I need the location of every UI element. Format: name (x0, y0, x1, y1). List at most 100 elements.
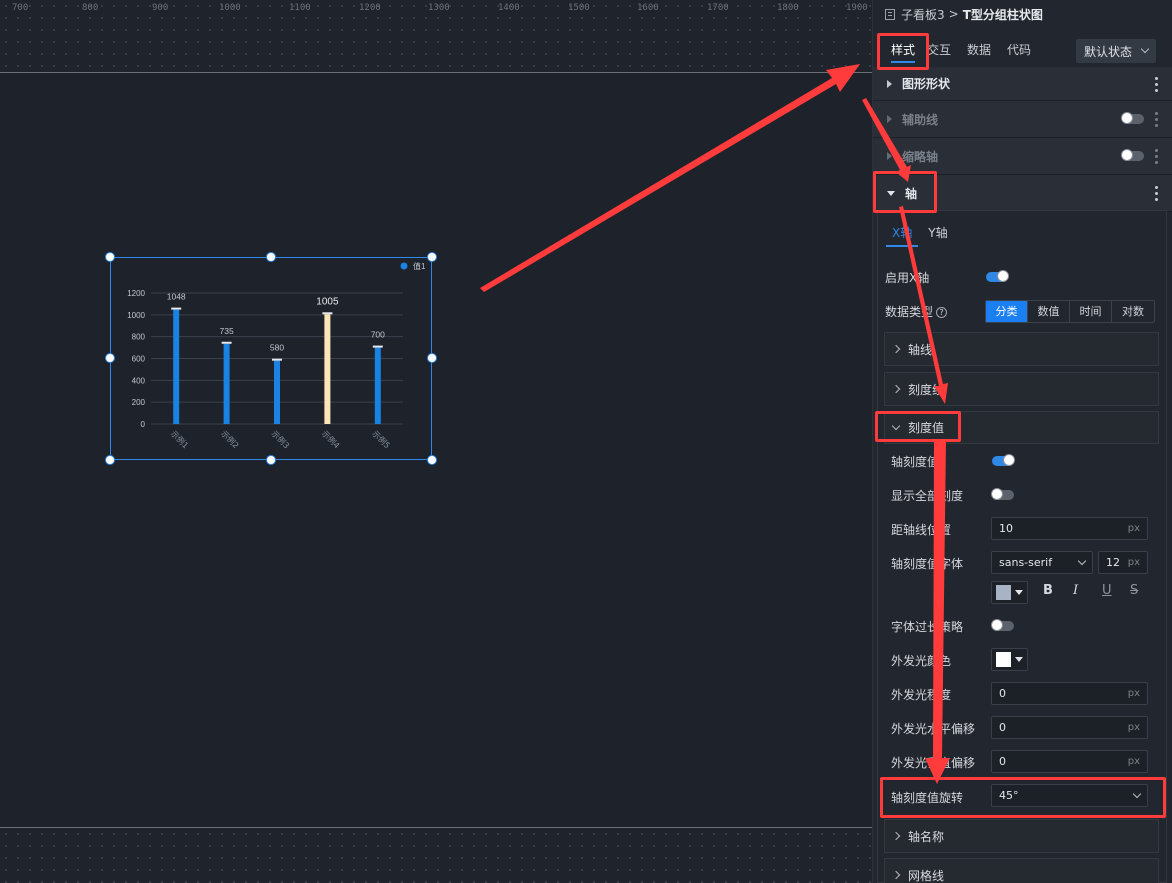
section-title: 缩略轴 (902, 149, 939, 164)
chevron-down-icon (1140, 44, 1150, 54)
unit-label: px (1127, 722, 1140, 733)
group-axis-name[interactable]: 轴名称 (884, 819, 1159, 853)
thumb-axis-toggle[interactable] (1121, 149, 1144, 161)
bar-cap (221, 341, 232, 344)
underline-button[interactable]: U (1102, 583, 1112, 598)
ruler-tick: 1900 (846, 3, 868, 13)
data-type-category[interactable]: 分类 (986, 301, 1028, 322)
bar-cap (322, 312, 333, 315)
glow-color-swatch (996, 652, 1011, 667)
data-label: 1048 (167, 292, 186, 302)
ruler-tick: 900 (152, 3, 169, 13)
more-icon[interactable] (1155, 112, 1158, 127)
glow-blur-label: 外发光程度 (891, 688, 952, 702)
tab-code[interactable]: 代码 (999, 28, 1039, 72)
chevron-right-icon (891, 344, 901, 354)
show-all-ticks-label: 显示全部刻度 (891, 489, 964, 503)
unit-label: px (1127, 688, 1140, 699)
group-title: 轴名称 (908, 829, 945, 844)
italic-button[interactable]: I (1073, 583, 1078, 598)
section-thumb-axis[interactable]: 缩略轴 (873, 138, 1172, 175)
chevron-right-icon (891, 831, 901, 841)
tab-y-axis[interactable]: Y轴 (920, 220, 955, 245)
tab-data[interactable]: 数据 (959, 28, 999, 72)
enable-x-axis-toggle[interactable] (986, 270, 1009, 282)
group-tick-line[interactable]: 刻度线 (884, 372, 1159, 406)
y-tick-label: 1000 (127, 311, 145, 320)
breadcrumb-parent[interactable]: 子看板3 (901, 6, 945, 23)
bold-button[interactable]: B (1043, 583, 1053, 598)
caret-right-icon (887, 79, 892, 88)
resize-handle-se[interactable] (427, 455, 437, 465)
guide-toggle[interactable] (1121, 112, 1144, 124)
group-title: 轴线 (908, 342, 933, 357)
glow-color-picker[interactable] (991, 648, 1028, 671)
help-icon[interactable]: ? (936, 307, 948, 318)
data-type-time[interactable]: 时间 (1070, 301, 1112, 322)
bar-chart: 0 200 400 600 800 1000 1200 值1 1048 示例1 735 示例2 580 示… (127, 261, 426, 450)
group-title: 刻度线 (908, 382, 945, 397)
section-title: 图形形状 (902, 77, 951, 91)
bar (324, 314, 331, 424)
resize-handle-s[interactable] (266, 455, 276, 465)
bar-cap (272, 358, 282, 361)
font-color-picker[interactable] (991, 581, 1028, 604)
ruler-tick: 1800 (777, 3, 799, 13)
resize-handle-sw[interactable] (105, 455, 115, 465)
font-size-input[interactable]: 12 px (1098, 551, 1148, 574)
axis-subtabs: X轴 Y轴 (884, 220, 956, 247)
glow-x-input[interactable]: 0 px (991, 716, 1148, 739)
more-icon[interactable] (1155, 186, 1158, 201)
font-label: 轴刻度值字体 (891, 557, 964, 571)
data-type-segmented: 分类 数值 时间 对数 (985, 300, 1155, 323)
unit-label: px (1127, 523, 1140, 534)
section-guide[interactable]: 辅助线 (873, 101, 1172, 138)
resize-handle-n[interactable] (266, 252, 276, 262)
glow-y-input[interactable]: 0 px (991, 750, 1148, 773)
overflow-strategy-toggle[interactable] (991, 619, 1014, 631)
ruler-tick: 1400 (498, 3, 520, 13)
strikethrough-button[interactable]: S (1130, 583, 1138, 598)
resize-handle-e[interactable] (427, 353, 437, 363)
resize-handle-ne[interactable] (427, 252, 437, 262)
overflow-strategy-label: 字体过长策略 (891, 620, 964, 634)
chevron-right-icon (891, 384, 901, 394)
bar (374, 347, 381, 424)
show-all-ticks-toggle[interactable] (991, 488, 1014, 500)
chevron-right-icon (891, 870, 901, 880)
enable-x-axis-label: 启用X轴 (885, 271, 930, 285)
more-icon[interactable] (1155, 149, 1158, 164)
highlight-box-tick-value (875, 411, 961, 442)
data-type-label: 数据类型? (885, 303, 948, 320)
caret-right-icon (887, 152, 892, 160)
data-type-log[interactable]: 对数 (1112, 301, 1154, 322)
resize-handle-w[interactable] (105, 353, 115, 363)
glow-x-value: 0 (999, 721, 1006, 734)
section-shape[interactable]: 图形形状 (873, 67, 1172, 101)
design-canvas[interactable]: 700 800 900 1000 1100 1200 1300 1400 150… (0, 0, 872, 883)
data-type-value[interactable]: 数值 (1028, 301, 1070, 322)
data-label: 735 (220, 326, 234, 336)
glow-blur-input[interactable]: 0 px (991, 682, 1148, 705)
resize-handle-nw[interactable] (105, 252, 115, 262)
axis-tick-value-toggle[interactable] (992, 454, 1015, 466)
glow-x-label: 外发光水平偏移 (891, 722, 976, 736)
distance-input[interactable]: 10 px (991, 517, 1148, 540)
font-size-value: 12 (1106, 556, 1120, 569)
tab-x-axis[interactable]: X轴 (884, 220, 920, 247)
x-tick-label: 示例1 (169, 428, 191, 450)
state-select[interactable]: 默认状态 (1076, 39, 1156, 63)
chart-component[interactable]: 0 200 400 600 800 1000 1200 值1 1048 示例1 735 示例2 580 示… (110, 257, 432, 460)
ruler-tick: 800 (82, 3, 99, 13)
state-select-value: 默认状态 (1084, 44, 1133, 59)
more-icon[interactable] (1155, 77, 1158, 92)
y-tick-label: 1200 (127, 289, 145, 298)
axis-tick-value-label: 轴刻度值 (891, 455, 940, 469)
bar-cap (372, 345, 383, 348)
caret-down-icon (1015, 657, 1023, 662)
glow-y-label: 外发光垂直偏移 (891, 756, 976, 770)
group-grid-line[interactable]: 网格线 (884, 858, 1159, 883)
group-axis-line[interactable]: 轴线 (884, 332, 1159, 366)
font-family-select[interactable]: sans-serif (991, 551, 1093, 574)
bar-cap (171, 307, 182, 310)
